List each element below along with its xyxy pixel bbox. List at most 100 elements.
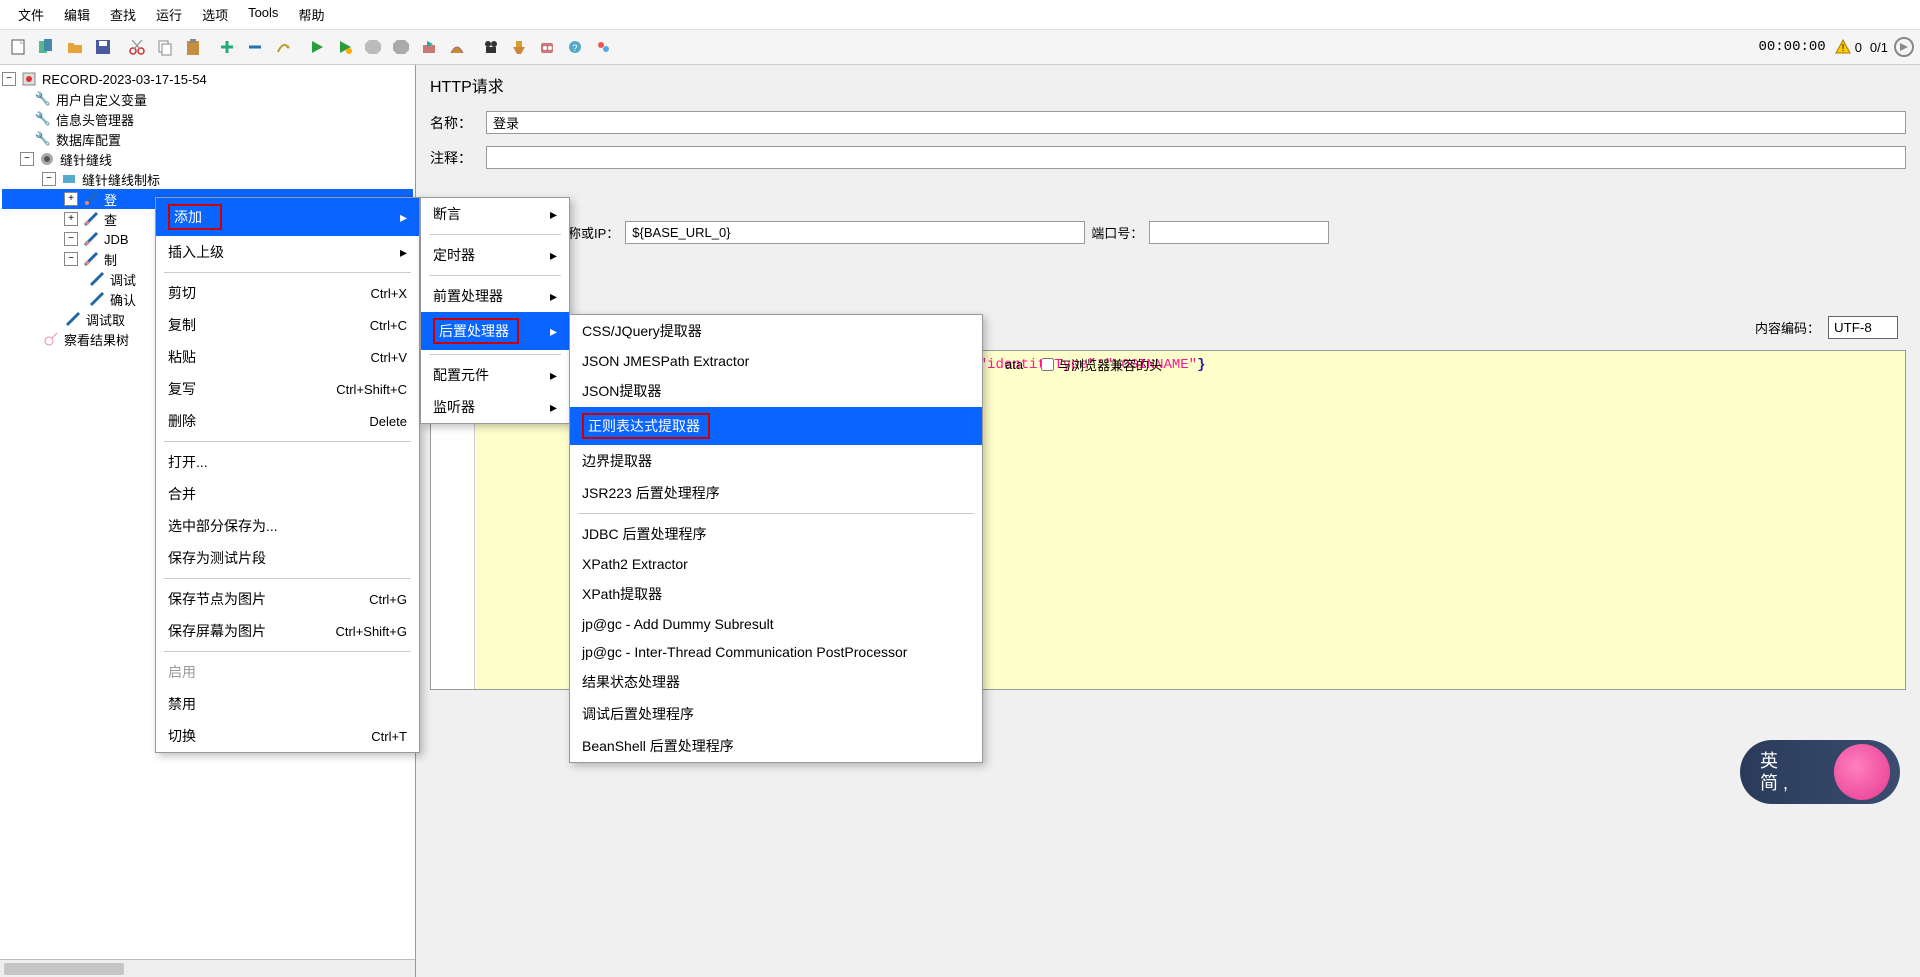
ctx-postprocessors[interactable]: 后置处理器▸ bbox=[421, 312, 569, 350]
ctx-open[interactable]: 打开... bbox=[156, 446, 419, 478]
ctx-css-extractor[interactable]: CSS/JQuery提取器 bbox=[570, 315, 982, 347]
ctx-jpgc-interthread[interactable]: jp@gc - Inter-Thread Communication PostP… bbox=[570, 638, 982, 666]
ctx-paste[interactable]: 粘贴Ctrl+V bbox=[156, 341, 419, 373]
run-noTimer-icon[interactable] bbox=[332, 34, 358, 60]
ctx-merge[interactable]: 合并 bbox=[156, 478, 419, 510]
collapse-icon[interactable]: − bbox=[64, 232, 78, 246]
ctx-jmespath-extractor[interactable]: JSON JMESPath Extractor bbox=[570, 347, 982, 375]
expand-icon[interactable]: + bbox=[64, 212, 78, 226]
menu-options[interactable]: 选项 bbox=[192, 2, 238, 27]
remote-stop-icon[interactable] bbox=[444, 34, 470, 60]
ctx-result-status[interactable]: 结果状态处理器 bbox=[570, 666, 982, 698]
ctx-duplicate[interactable]: 复写Ctrl+Shift+C bbox=[156, 373, 419, 405]
paste-icon[interactable] bbox=[180, 34, 206, 60]
remote-start-icon[interactable] bbox=[416, 34, 442, 60]
expand-icon[interactable]: + bbox=[64, 192, 78, 206]
ctx-assertions[interactable]: 断言▸ bbox=[421, 198, 569, 230]
ctx-toggle[interactable]: 切换Ctrl+T bbox=[156, 720, 419, 752]
ctx-label: JSON JMESPath Extractor bbox=[582, 353, 749, 369]
collapse-icon[interactable]: − bbox=[20, 152, 34, 166]
ctx-debug-post[interactable]: 调试后置处理程序 bbox=[570, 698, 982, 730]
clear-icon[interactable] bbox=[478, 34, 504, 60]
server-input[interactable] bbox=[625, 221, 1085, 244]
tree-item[interactable]: −缝针缝线制标 bbox=[2, 169, 413, 189]
ctx-save-screen-image[interactable]: 保存屏幕为图片Ctrl+Shift+G bbox=[156, 615, 419, 647]
ctx-listeners[interactable]: 监听器▸ bbox=[421, 391, 569, 423]
ctx-shortcut: Ctrl+Shift+G bbox=[335, 624, 407, 639]
open-icon[interactable] bbox=[62, 34, 88, 60]
templates-icon[interactable] bbox=[34, 34, 60, 60]
ctx-label: 复写 bbox=[168, 379, 196, 399]
ctx-boundary-extractor[interactable]: 边界提取器 bbox=[570, 445, 982, 477]
ctx-xpath2[interactable]: XPath2 Extractor bbox=[570, 550, 982, 578]
new-icon[interactable] bbox=[6, 34, 32, 60]
ctx-preprocessors[interactable]: 前置处理器▸ bbox=[421, 280, 569, 312]
cut-icon[interactable] bbox=[124, 34, 150, 60]
ime-badge[interactable]: 英简 , bbox=[1740, 740, 1900, 804]
ctx-save-fragment[interactable]: 保存为测试片段 bbox=[156, 542, 419, 574]
ctx-json-extractor[interactable]: JSON提取器 bbox=[570, 375, 982, 407]
browser-compat-label: 与浏览器兼容的头 bbox=[1058, 355, 1162, 374]
toggle-icon[interactable] bbox=[270, 34, 296, 60]
search-icon[interactable] bbox=[534, 34, 560, 60]
ctx-regex-extractor[interactable]: 正则表达式提取器 bbox=[570, 407, 982, 445]
menu-help[interactable]: 帮助 bbox=[288, 2, 334, 27]
menu-file[interactable]: 文件 bbox=[8, 2, 54, 27]
ctx-add[interactable]: 添加▸ bbox=[156, 198, 419, 236]
ctx-save-node-image[interactable]: 保存节点为图片Ctrl+G bbox=[156, 583, 419, 615]
help-icon[interactable] bbox=[590, 34, 616, 60]
comment-input[interactable] bbox=[486, 146, 1906, 169]
name-input[interactable] bbox=[486, 111, 1906, 134]
ctx-label: 剪切 bbox=[168, 283, 196, 303]
menu-tools[interactable]: Tools bbox=[238, 2, 288, 27]
tree-item[interactable]: 🔧用户自定义变量 bbox=[2, 89, 413, 109]
ctx-copy[interactable]: 复制Ctrl+C bbox=[156, 309, 419, 341]
browser-compat-checkbox[interactable] bbox=[1041, 358, 1054, 371]
menu-find[interactable]: 查找 bbox=[100, 2, 146, 27]
ctx-label: JDBC 后置处理程序 bbox=[582, 524, 706, 544]
collapse-icon[interactable]: − bbox=[64, 252, 78, 266]
ctx-label: 正则表达式提取器 bbox=[588, 418, 700, 434]
menu-edit[interactable]: 编辑 bbox=[54, 2, 100, 27]
tree-item[interactable]: 🔧数据库配置 bbox=[2, 129, 413, 149]
collapse-icon[interactable]: − bbox=[42, 172, 56, 186]
encoding-label: 内容编码： bbox=[1755, 318, 1820, 337]
ctx-label: 切换 bbox=[168, 726, 196, 746]
ctx-delete[interactable]: 删除Delete bbox=[156, 405, 419, 437]
panel-title: HTTP请求 bbox=[416, 65, 1920, 105]
tree-label: 用户自定义变量 bbox=[56, 90, 147, 109]
save-icon[interactable] bbox=[90, 34, 116, 60]
ctx-beanshell-post[interactable]: BeanShell 后置处理程序 bbox=[570, 730, 982, 762]
collapse-icon[interactable]: − bbox=[2, 72, 16, 86]
ctx-config[interactable]: 配置元件▸ bbox=[421, 359, 569, 391]
clear-all-icon[interactable] bbox=[506, 34, 532, 60]
ctx-jpgc-dummy[interactable]: jp@gc - Add Dummy Subresult bbox=[570, 610, 982, 638]
run-icon[interactable] bbox=[304, 34, 330, 60]
ctx-disable[interactable]: 禁用 bbox=[156, 688, 419, 720]
stop-icon[interactable] bbox=[360, 34, 386, 60]
tree-label: 登 bbox=[104, 190, 117, 209]
ctx-xpath[interactable]: XPath提取器 bbox=[570, 578, 982, 610]
expand-icon[interactable] bbox=[214, 34, 240, 60]
collapse-icon[interactable] bbox=[242, 34, 268, 60]
ctx-timers[interactable]: 定时器▸ bbox=[421, 239, 569, 271]
tree-item[interactable]: 🔧信息头管理器 bbox=[2, 109, 413, 129]
shutdown-icon[interactable] bbox=[388, 34, 414, 60]
ctx-label: 打开... bbox=[168, 452, 208, 472]
ctx-label: 插入上级 bbox=[168, 242, 224, 262]
ctx-jdbc-post[interactable]: JDBC 后置处理程序 bbox=[570, 518, 982, 550]
encoding-input[interactable] bbox=[1828, 316, 1898, 339]
warning-indicator[interactable]: ! 0 bbox=[1834, 38, 1862, 56]
ctx-cut[interactable]: 剪切Ctrl+X bbox=[156, 277, 419, 309]
ctx-save-selection[interactable]: 选中部分保存为... bbox=[156, 510, 419, 542]
context-menu: 添加▸ 插入上级▸ 剪切Ctrl+X 复制Ctrl+C 粘贴Ctrl+V 复写C… bbox=[155, 197, 420, 753]
tree-item[interactable]: −缝针缝线 bbox=[2, 149, 413, 169]
port-input[interactable] bbox=[1149, 221, 1329, 244]
ctx-jsr223-post[interactable]: JSR223 后置处理程序 bbox=[570, 477, 982, 509]
tree-scrollbar[interactable] bbox=[0, 959, 415, 977]
menu-run[interactable]: 运行 bbox=[146, 2, 192, 27]
function-icon[interactable]: ? bbox=[562, 34, 588, 60]
tree-root[interactable]: − RECORD-2023-03-17-15-54 bbox=[2, 69, 413, 89]
ctx-insert-parent[interactable]: 插入上级▸ bbox=[156, 236, 419, 268]
copy-icon[interactable] bbox=[152, 34, 178, 60]
